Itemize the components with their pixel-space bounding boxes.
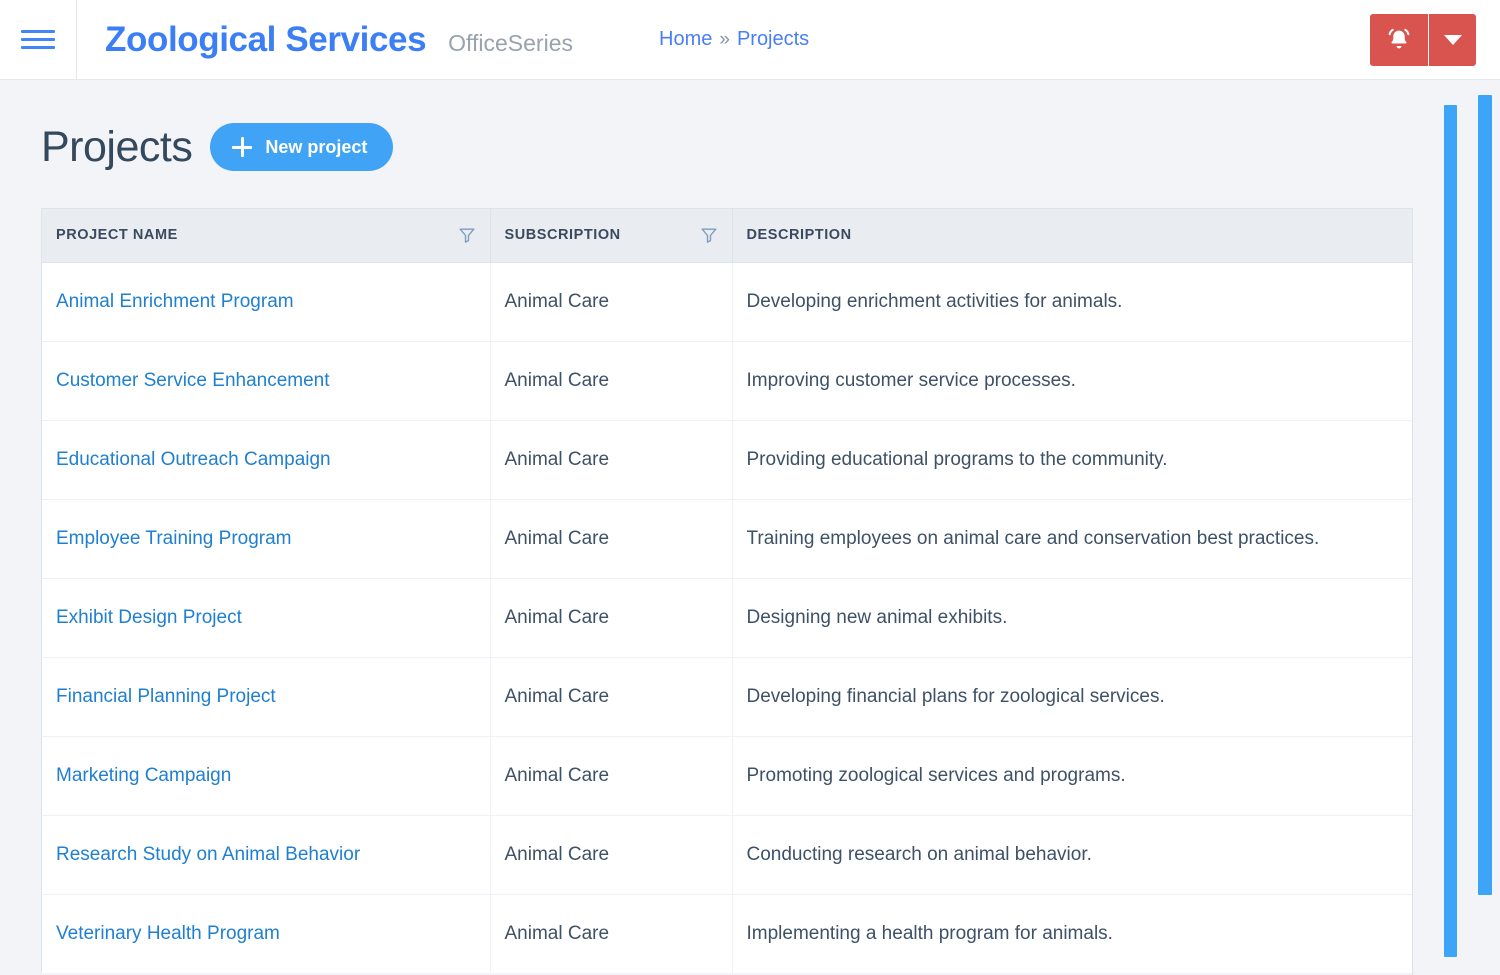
project-name-link[interactable]: Research Study on Animal Behavior [56,844,360,865]
cell-description: Training employees on animal care and co… [732,499,1412,579]
project-name-link[interactable]: Animal Enrichment Program [56,291,294,312]
project-name-link[interactable]: Customer Service Enhancement [56,370,330,391]
cell-description: Implementing a health program for animal… [746,922,1113,944]
project-name-link[interactable]: Educational Outreach Campaign [56,449,331,470]
cell-project-name: Exhibit Design Project [42,578,491,658]
hamburger-menu-icon[interactable] [0,0,76,80]
table-row: Exhibit Design Project Animal Care Designi… [42,578,1412,658]
cell-subscription: Animal Care [490,262,733,342]
breadcrumb: Home » Projects [659,28,809,51]
table-row: Educational Outreach Campaign Animal Care… [42,420,1412,500]
table-row: Marketing Campaign Animal Care Promoting z… [42,736,1412,816]
cell-subscription: Animal Care [490,499,733,579]
page-content: Projects New project PROJECT NAME SUBSCR… [0,80,1500,975]
cell-subscription: Animal Care [490,815,733,895]
table-header-row: PROJECT NAME SUBSCRIPTION DESCRIPTION [42,209,1412,263]
column-label-project-name: PROJECT NAME [56,227,178,244]
project-name-link[interactable]: Exhibit Design Project [56,607,242,628]
column-label-description: DESCRIPTION [746,227,852,244]
projects-table-container: PROJECT NAME SUBSCRIPTION DESCRIPTION An… [41,208,1413,973]
cell-project-name: Employee Training Program [42,499,491,579]
bell-alarm-icon [1385,25,1413,56]
cell-subscription: Animal Care [490,420,733,500]
header-actions [1370,14,1476,66]
cell-project-name: Marketing Campaign [42,736,491,816]
cell-project-name: Customer Service Enhancement [42,341,491,421]
brand-title: Zoological Services [105,19,427,59]
breadcrumb-separator-icon: » [719,29,730,50]
table-row: Customer Service Enhancement Animal Care I… [42,341,1412,421]
brand-suffix: OfficeSeries [448,29,573,56]
breadcrumb-item-home[interactable]: Home [659,28,712,51]
cell-subscription: Animal Care [490,894,733,973]
column-header-subscription[interactable]: SUBSCRIPTION [490,209,733,263]
column-header-description[interactable]: DESCRIPTION [732,209,1412,263]
hamburger-bar [21,46,55,49]
project-name-link[interactable]: Veterinary Health Program [56,923,280,944]
new-project-label: New project [265,136,368,157]
column-label-subscription: SUBSCRIPTION [504,227,621,244]
cell-description: Promoting zoological services and progra… [732,736,1412,816]
alert-bell-button[interactable] [1370,14,1428,66]
cell-description: Improving customer service processes. [732,341,1412,421]
panel-right-edge [1412,232,1413,975]
cell-subscription: Animal Care [490,578,733,658]
cell-subscription: Animal Care [490,657,733,737]
new-project-button[interactable]: New project [210,123,394,171]
hamburger-bar [21,30,55,33]
cell-description: Providing educational programs to the co… [732,420,1412,500]
cell-project-name: Research Study on Animal Behavior [42,815,491,895]
top-bar: Zoological Services OfficeSeries Home » … [0,0,1500,80]
cell-description: Developing financial plans for zoologica… [732,657,1412,737]
cell-project-name: Veterinary Health Program [42,894,491,973]
cell-project-name: Animal Enrichment Program [42,262,491,342]
table-row: Research Study on Animal Behavior Animal … [42,815,1412,895]
plus-icon [232,137,253,157]
cell-subscription: Animal Care [490,736,733,816]
inner-scrollbar[interactable] [1444,105,1457,957]
table-body: Animal Enrichment Program Animal Care Deve… [42,262,1412,973]
project-name-link[interactable]: Financial Planning Project [56,686,276,707]
projects-table: PROJECT NAME SUBSCRIPTION DESCRIPTION An… [42,209,1412,973]
filter-funnel-icon-project-name[interactable] [458,226,476,244]
cell-description: Conducting research on animal behavior. [732,815,1412,895]
cell-project-name: Financial Planning Project [42,657,491,737]
table-header: PROJECT NAME SUBSCRIPTION DESCRIPTION [42,209,1412,263]
page-header: Projects New project [0,80,1500,171]
project-name-link[interactable]: Employee Training Program [56,528,292,549]
hamburger-bar [21,38,55,41]
filter-funnel-icon-subscription[interactable] [700,226,718,244]
page-title: Projects [41,122,193,171]
table-row: Veterinary Health Program Animal Care Impl… [42,894,1412,973]
column-header-project-name[interactable]: PROJECT NAME [42,209,491,263]
cell-project-name: Educational Outreach Campaign [42,420,491,500]
alert-dropdown-button[interactable] [1428,14,1476,66]
brand[interactable]: Zoological Services OfficeSeries [77,20,573,60]
project-name-link[interactable]: Marketing Campaign [56,765,231,786]
cell-description: Developing enrichment activities for ani… [732,262,1412,342]
cell-description: Designing new animal exhibits. [732,578,1412,658]
breadcrumb-item-projects[interactable]: Projects [737,28,809,51]
table-row: Animal Enrichment Program Animal Care Deve… [42,262,1412,342]
cell-subscription: Animal Care [490,341,733,421]
table-row: Financial Planning Project Animal Care Dev… [42,657,1412,737]
outer-scrollbar[interactable] [1478,95,1492,895]
chevron-down-icon [1443,35,1462,45]
table-row: Employee Training Program Animal Care Trai… [42,499,1412,579]
